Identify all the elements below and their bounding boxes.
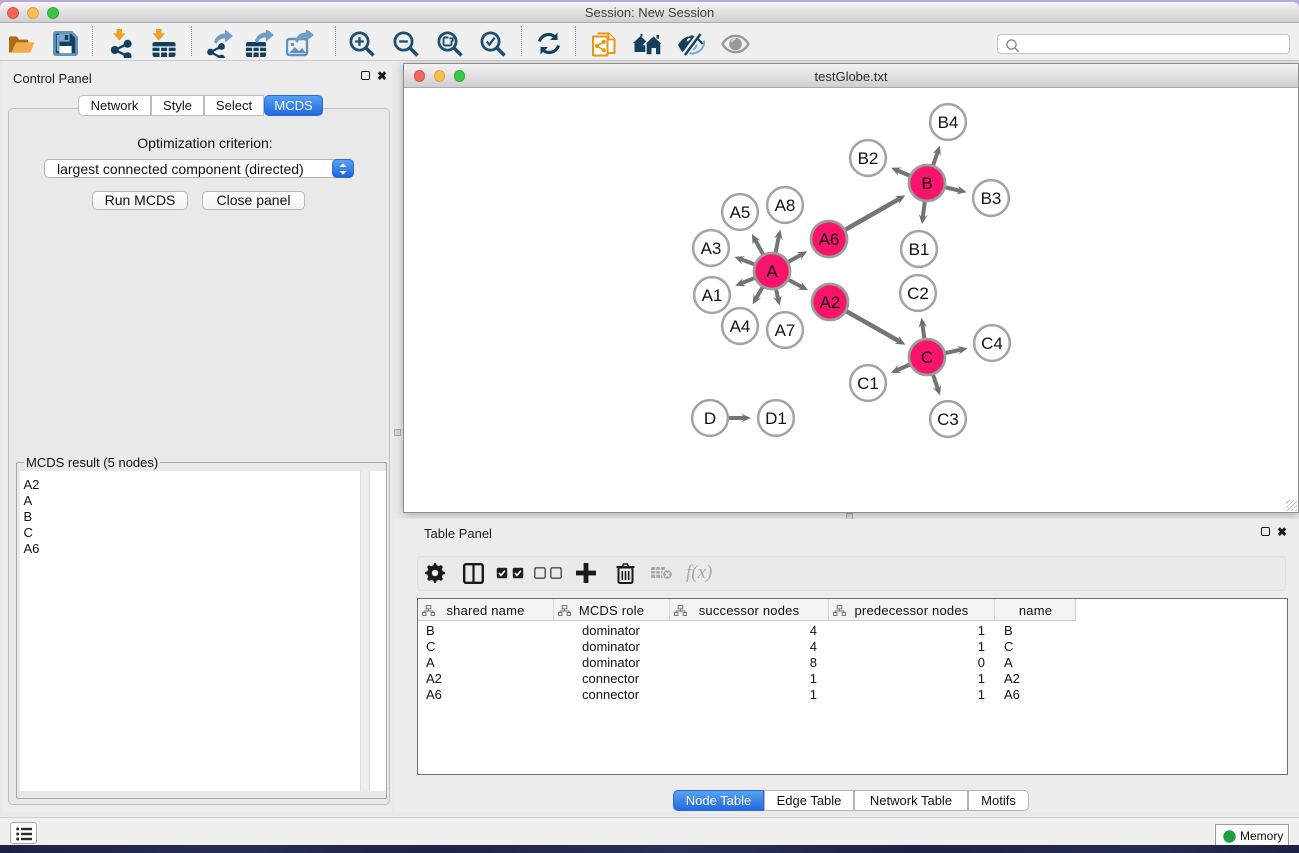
svg-text:C4: C4: [981, 334, 1003, 353]
svg-text:C3: C3: [937, 410, 959, 429]
svg-text:C2: C2: [907, 284, 929, 303]
svg-text:B: B: [921, 174, 932, 193]
svg-text:B1: B1: [909, 240, 930, 259]
svg-text:A4: A4: [730, 317, 751, 336]
svg-text:A3: A3: [701, 239, 722, 258]
svg-text:A6: A6: [819, 230, 840, 249]
svg-text:B3: B3: [981, 189, 1002, 208]
svg-text:B2: B2: [858, 149, 879, 168]
svg-text:D1: D1: [765, 409, 787, 428]
svg-text:C: C: [921, 348, 933, 367]
svg-text:A1: A1: [702, 286, 723, 305]
svg-text:A5: A5: [730, 203, 751, 222]
svg-text:A2: A2: [820, 293, 841, 312]
svg-text:D: D: [704, 409, 716, 428]
svg-text:A8: A8: [775, 196, 796, 215]
svg-text:C1: C1: [857, 374, 879, 393]
svg-text:A: A: [766, 262, 778, 281]
svg-text:A7: A7: [775, 321, 796, 340]
svg-text:B4: B4: [938, 113, 959, 132]
